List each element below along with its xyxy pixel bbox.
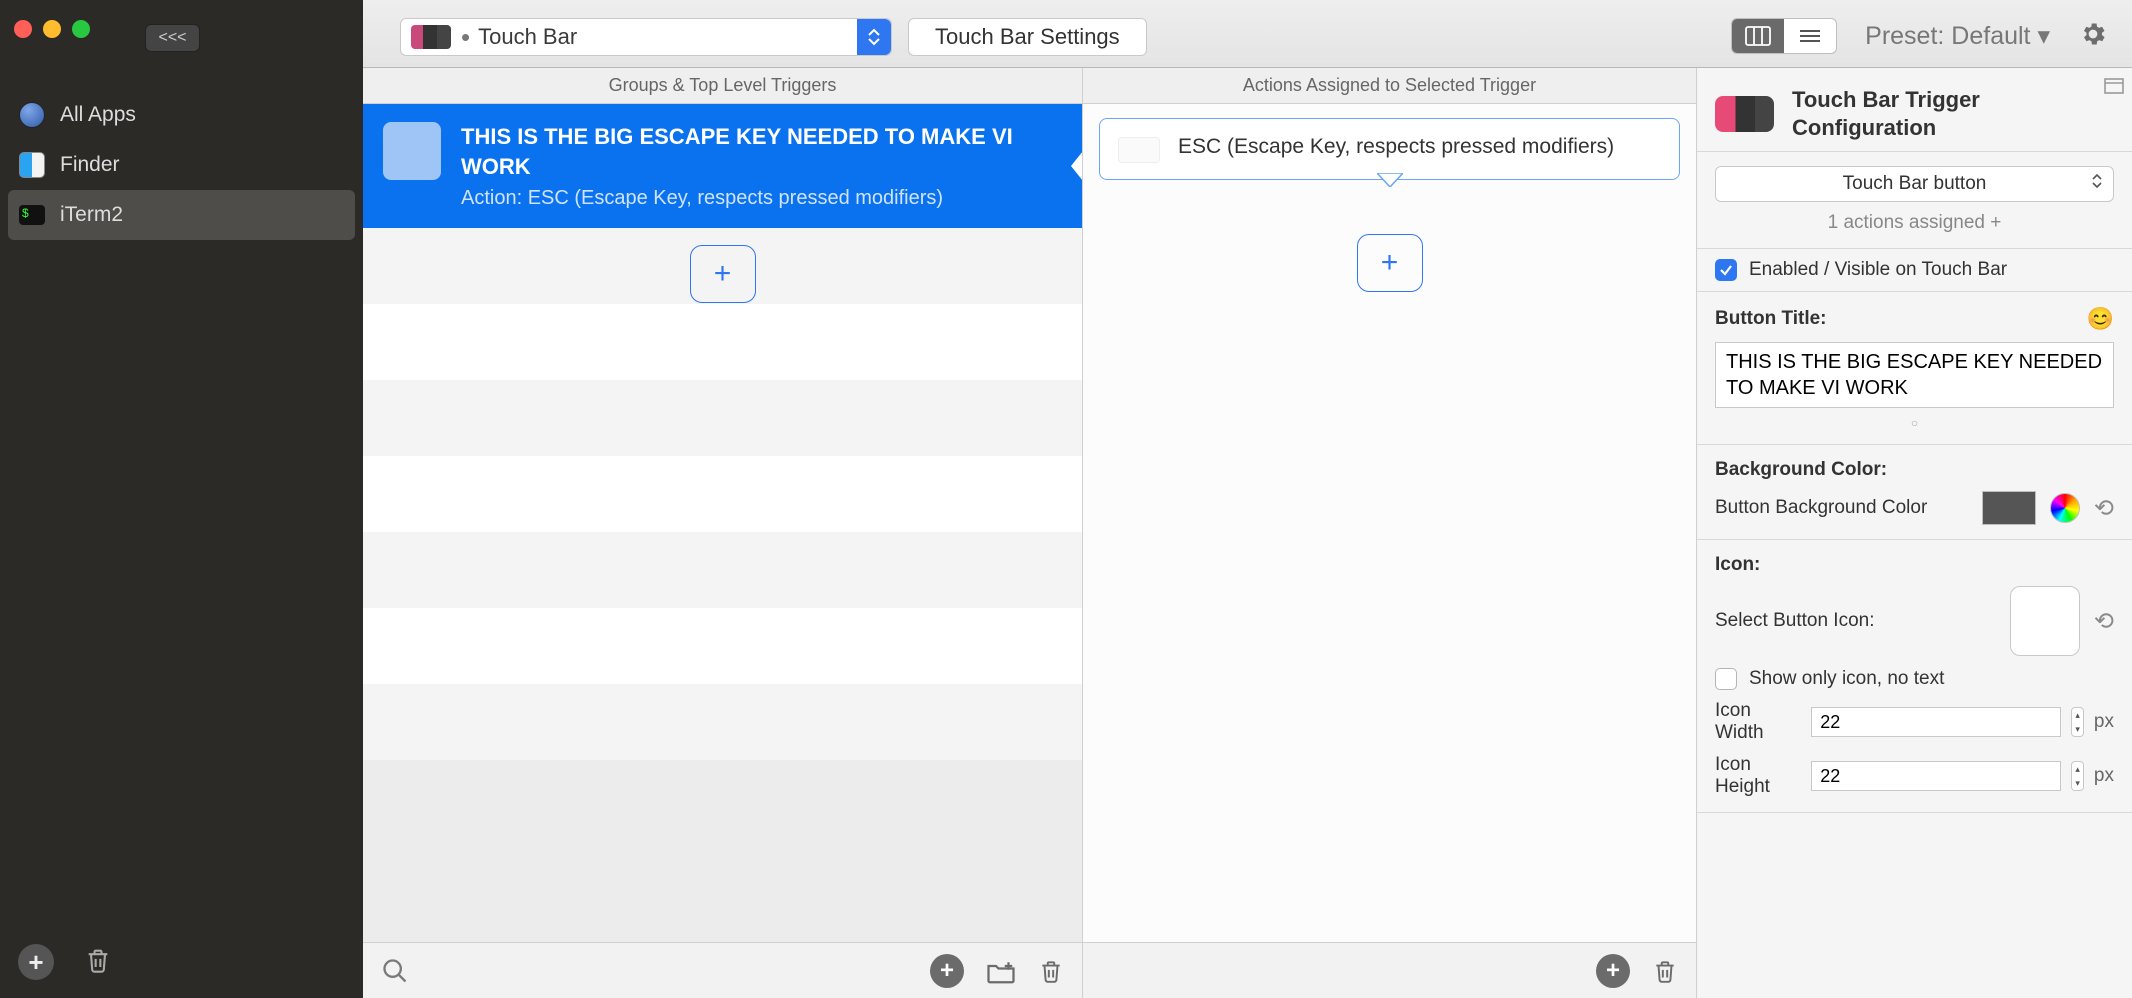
bg-color-swatch[interactable] xyxy=(1982,491,2036,525)
icon-height-stepper[interactable]: ▴▾ xyxy=(2071,761,2084,791)
show-only-icon-label: Show only icon, no text xyxy=(1749,668,1944,690)
px-label: px xyxy=(2094,711,2114,733)
iterm2-icon xyxy=(18,201,46,229)
delete-trigger-button[interactable] xyxy=(1038,957,1064,985)
trigger-type-combo[interactable]: • Touch Bar xyxy=(400,18,892,56)
actions-assigned-label[interactable]: 1 actions assigned + xyxy=(1715,212,2114,234)
emoji-picker-button[interactable]: 😊 xyxy=(2087,306,2114,332)
sidebar-item-finder[interactable]: Finder xyxy=(0,140,363,190)
icon-width-input[interactable] xyxy=(1811,707,2061,737)
add-action-button[interactable]: + xyxy=(1357,234,1423,292)
touchbar-icon xyxy=(411,25,451,49)
triggers-footer: + xyxy=(363,942,1082,998)
delete-action-button[interactable] xyxy=(1652,957,1678,985)
triggers-header: Groups & Top Level Triggers xyxy=(363,68,1082,104)
finder-icon xyxy=(18,151,46,179)
icon-width-stepper[interactable]: ▴▾ xyxy=(2071,707,2084,737)
icon-height-label: Icon Height xyxy=(1715,754,1801,798)
icon-well[interactable] xyxy=(2010,586,2080,656)
button-title-input[interactable] xyxy=(1715,342,2114,408)
select-icon-label: Select Button Icon: xyxy=(1715,610,1996,632)
view-list-button[interactable] xyxy=(1784,19,1836,53)
icon-width-label: Icon Width xyxy=(1715,700,1801,744)
apps-sidebar: All Apps Finder iTerm2 + xyxy=(0,68,363,998)
action-pointer-icon xyxy=(1377,173,1403,192)
trigger-title: THIS IS THE BIG ESCAPE KEY NEEDED TO MAK… xyxy=(461,122,1060,181)
zoom-window-button[interactable] xyxy=(72,20,90,38)
delete-app-button[interactable] xyxy=(84,945,112,980)
trigger-type-label: Touch Bar xyxy=(478,24,577,50)
px-label: px xyxy=(2094,765,2114,787)
bg-color-sublabel: Button Background Color xyxy=(1715,497,1968,519)
trigger-action-label: Action: ESC (Escape Key, respects presse… xyxy=(461,187,1060,210)
search-button[interactable] xyxy=(381,957,409,985)
action-text: ESC (Escape Key, respects pressed modifi… xyxy=(1178,133,1614,161)
add-app-button[interactable]: + xyxy=(18,944,54,980)
add-trigger-button[interactable]: + xyxy=(690,245,756,303)
sidebar-item-iterm2[interactable]: iTerm2 xyxy=(8,190,355,240)
bg-color-label: Background Color: xyxy=(1715,459,1887,481)
resize-handle-icon[interactable]: ○ xyxy=(1715,416,2114,430)
config-header: Touch Bar Trigger Configuration xyxy=(1697,68,2132,152)
icon-label: Icon: xyxy=(1715,554,1760,576)
titlebar: <<< • Touch Bar Touch Bar Settings xyxy=(0,0,2132,68)
gear-icon[interactable] xyxy=(2078,19,2108,54)
color-picker-button[interactable] xyxy=(2050,493,2080,523)
window-controls xyxy=(14,20,90,38)
button-title-label: Button Title: xyxy=(1715,308,1827,330)
trigger-row[interactable]: THIS IS THE BIG ESCAPE KEY NEEDED TO MAK… xyxy=(363,104,1082,228)
actions-header: Actions Assigned to Selected Trigger xyxy=(1083,68,1696,104)
touch-bar-settings-button[interactable]: Touch Bar Settings xyxy=(908,18,1147,56)
action-preview-swatch xyxy=(1118,137,1160,163)
touchbar-badge-icon xyxy=(1715,96,1774,132)
add-action-footer-button[interactable]: + xyxy=(1596,954,1630,988)
minimize-window-button[interactable] xyxy=(43,20,61,38)
close-window-button[interactable] xyxy=(14,20,32,38)
popout-icon[interactable] xyxy=(2104,76,2124,100)
enabled-label: Enabled / Visible on Touch Bar xyxy=(1749,259,2007,281)
sidebar-item-all-apps[interactable]: All Apps xyxy=(0,90,363,140)
view-mode-segmented xyxy=(1731,18,1837,54)
globe-icon xyxy=(18,101,46,129)
collapse-sidebar-button[interactable]: <<< xyxy=(145,24,200,52)
reset-bg-color-button[interactable]: ⟲ xyxy=(2094,494,2114,523)
config-panel: Touch Bar Trigger Configuration Touch Ba… xyxy=(1697,68,2132,998)
selected-row-indicator-icon xyxy=(1067,151,1082,181)
preset-dropdown[interactable]: Preset: Default ▾ xyxy=(1865,21,2050,51)
trigger-type-value: Touch Bar button xyxy=(1843,173,1987,195)
collapse-sidebar-label: <<< xyxy=(158,29,186,47)
config-title: Touch Bar Trigger Configuration xyxy=(1792,86,2114,141)
sidebar-item-label: All Apps xyxy=(60,103,136,127)
sidebar-item-label: Finder xyxy=(60,153,120,177)
sidebar-item-label: iTerm2 xyxy=(60,203,123,227)
reset-icon-button[interactable]: ⟲ xyxy=(2094,607,2114,636)
chevron-updown-icon xyxy=(2091,172,2103,196)
add-trigger-footer-button[interactable]: + xyxy=(930,954,964,988)
group-button[interactable] xyxy=(986,958,1016,984)
trigger-preview-swatch xyxy=(383,122,441,180)
enabled-checkbox[interactable] xyxy=(1715,259,1737,281)
icon-height-input[interactable] xyxy=(1811,761,2061,791)
trigger-type-select[interactable]: Touch Bar button xyxy=(1715,166,2114,202)
triggers-column: Groups & Top Level Triggers THIS IS THE … xyxy=(363,68,1083,998)
action-card[interactable]: ESC (Escape Key, respects pressed modifi… xyxy=(1099,118,1680,180)
show-only-icon-checkbox[interactable] xyxy=(1715,668,1737,690)
combo-arrows-icon xyxy=(857,19,891,55)
view-columns-button[interactable] xyxy=(1732,19,1784,53)
actions-column: Actions Assigned to Selected Trigger ESC… xyxy=(1083,68,1697,998)
triggers-stripe-list: + xyxy=(363,228,1082,760)
actions-footer: + xyxy=(1083,942,1696,998)
